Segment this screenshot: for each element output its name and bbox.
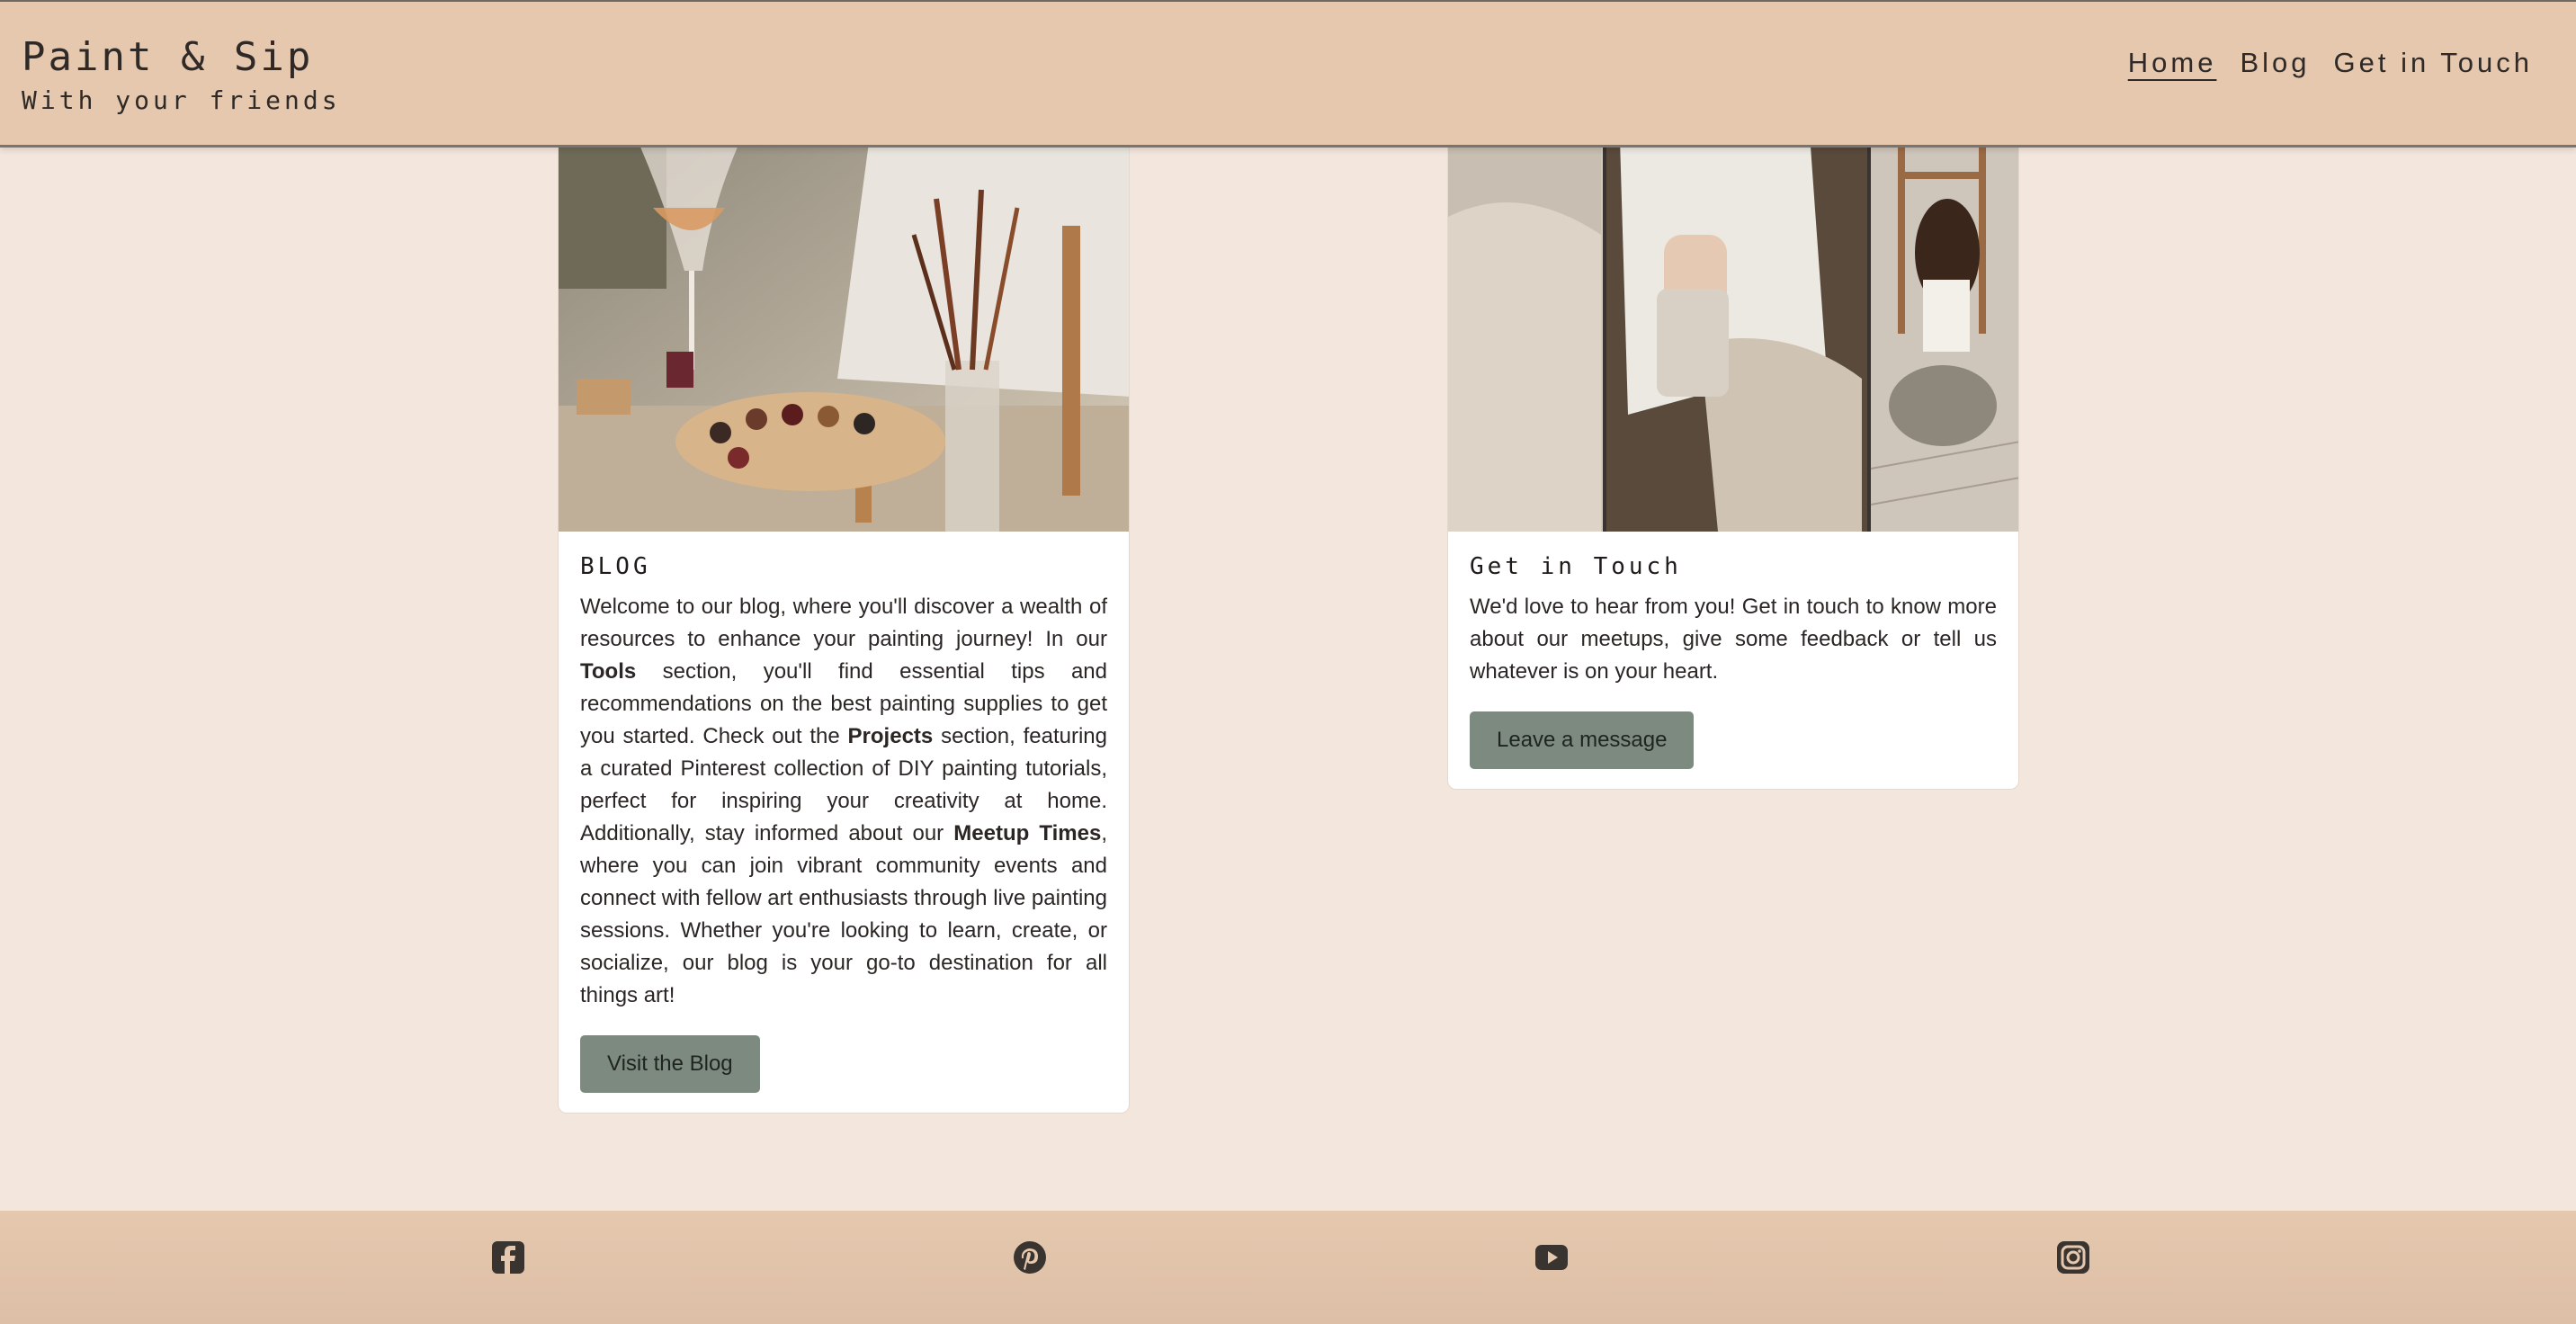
projects-keyword: Projects [847, 724, 934, 748]
leave-message-button[interactable]: Leave a message [1470, 711, 1695, 769]
blog-image [559, 109, 1129, 532]
contact-card: Get in Touch We'd love to hear from you!… [1447, 108, 2019, 790]
nav-blog[interactable]: Blog [2240, 47, 2310, 79]
instagram-icon[interactable] [2055, 1239, 2091, 1275]
site-header: Paint & Sip With your friends Home Blog … [0, 0, 2576, 148]
tools-keyword: Tools [580, 659, 637, 684]
blog-card: BLOG Welcome to our blog, where you'll d… [558, 108, 1130, 1114]
contact-description: We'd love to hear from you! Get in touch… [1470, 595, 1997, 684]
brand-subtitle: With your friends [22, 85, 341, 115]
meetup-keyword: Meetup Times [953, 821, 1102, 845]
main-nav: Home Blog Get in Touch [2128, 47, 2533, 79]
pinterest-icon[interactable] [1012, 1239, 1048, 1275]
blog-description: Welcome to our blog, where you'll discov… [580, 595, 1107, 1007]
contact-image [1448, 109, 2018, 532]
brand-title: Paint & Sip [22, 34, 314, 80]
facebook-icon[interactable] [490, 1239, 526, 1275]
nav-get-in-touch[interactable]: Get in Touch [2334, 47, 2533, 79]
site-footer [0, 1211, 2576, 1324]
brand-logo[interactable]: Paint & Sip With your friends [22, 34, 341, 115]
nav-home[interactable]: Home [2128, 47, 2217, 79]
blog-heading: BLOG [580, 553, 651, 580]
youtube-icon[interactable] [1534, 1239, 1570, 1275]
visit-blog-button[interactable]: Visit the Blog [580, 1035, 760, 1093]
contact-heading: Get in Touch [1470, 553, 1682, 580]
